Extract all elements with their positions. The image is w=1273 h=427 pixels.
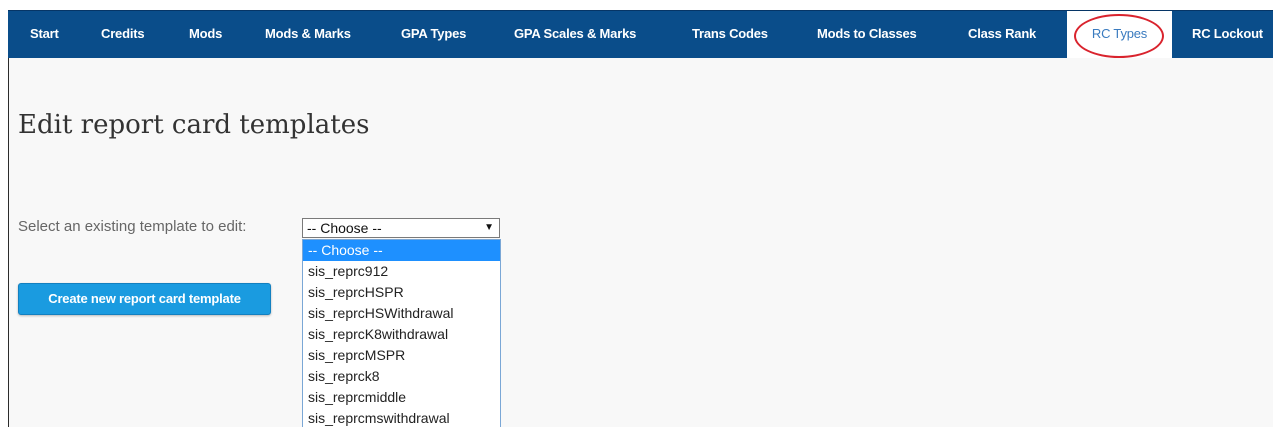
template-option[interactable]: sis_reprcHSWithdrawal bbox=[303, 303, 500, 324]
template-option[interactable]: sis_reprcHSPR bbox=[303, 282, 500, 303]
template-option[interactable]: sis_reprcMSPR bbox=[303, 345, 500, 366]
tab-gpa-types[interactable]: GPA Types bbox=[401, 11, 466, 58]
template-select[interactable]: -- Choose -- ▼ bbox=[302, 218, 500, 238]
dropdown-arrow-icon: ▼ bbox=[484, 222, 494, 233]
tab-class-rank[interactable]: Class Rank bbox=[968, 11, 1036, 58]
tab-mods-to-classes[interactable]: Mods to Classes bbox=[817, 11, 917, 58]
tab-start[interactable]: Start bbox=[30, 11, 59, 58]
template-option[interactable]: -- Choose -- bbox=[303, 240, 500, 261]
template-option[interactable]: sis_reprcK8withdrawal bbox=[303, 324, 500, 345]
tab-credits[interactable]: Credits bbox=[101, 11, 145, 58]
page-title: Edit report card templates bbox=[18, 110, 370, 140]
template-select-value: -- Choose -- bbox=[307, 220, 382, 236]
template-option[interactable]: sis_reprc912 bbox=[303, 261, 500, 282]
tab-trans-codes[interactable]: Trans Codes bbox=[692, 11, 768, 58]
tab-rc-types[interactable]: RC Types bbox=[1067, 11, 1172, 58]
top-nav: Start Credits Mods Mods & Marks GPA Type… bbox=[8, 10, 1273, 58]
template-option[interactable]: sis_reprcmiddle bbox=[303, 387, 500, 408]
template-option[interactable]: sis_reprck8 bbox=[303, 366, 500, 387]
create-template-button[interactable]: Create new report card template bbox=[18, 283, 271, 315]
template-dropdown-list[interactable]: -- Choose -- sis_reprc912 sis_reprcHSPR … bbox=[302, 239, 501, 427]
tab-mods[interactable]: Mods bbox=[189, 11, 222, 58]
tab-mods-and-marks[interactable]: Mods & Marks bbox=[265, 11, 351, 58]
template-option[interactable]: sis_reprcmswithdrawal bbox=[303, 408, 500, 427]
tab-rc-lockout[interactable]: RC Lockout bbox=[1192, 11, 1263, 58]
select-template-label: Select an existing template to edit: bbox=[18, 218, 247, 235]
tab-gpa-scales-and-marks[interactable]: GPA Scales & Marks bbox=[514, 11, 636, 58]
